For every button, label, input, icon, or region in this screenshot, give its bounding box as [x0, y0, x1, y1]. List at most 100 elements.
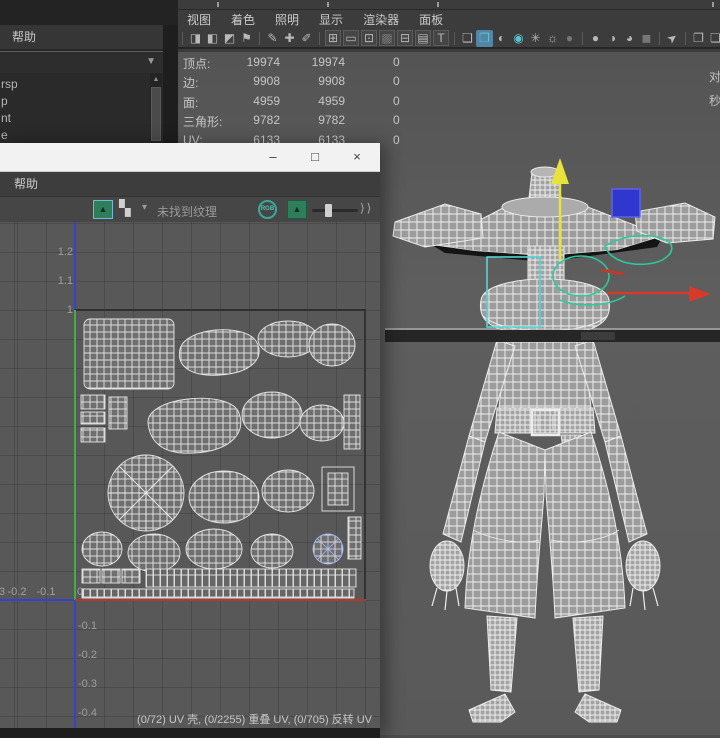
uv-status-bar: (0/72) UV 壳, (0/2255) 重叠 UV, (0/705) 反转 … — [137, 711, 372, 727]
toolbar-separator — [182, 32, 183, 45]
uv-shells[interactable] — [76, 311, 364, 600]
uv-window-bottom-edge — [0, 728, 380, 738]
selection-accent — [601, 270, 623, 274]
stats-component: 0 — [393, 113, 400, 127]
uv-editor-window: – □ × 帮助 ▲ ▚ ▾ 未找到纹理 RGB ▲ ⟩⟩ 1.2 1.1 — [0, 143, 380, 738]
material-ball-icon[interactable]: ◐ — [493, 30, 510, 47]
list-item-top[interactable]: p — [1, 93, 8, 109]
select-tool-icon[interactable]: ➤ — [661, 26, 685, 50]
rgb-channel-button[interactable]: RGB — [258, 200, 277, 219]
pencil-tool-icon[interactable]: ✎ — [264, 30, 281, 47]
manipulator-x-axis[interactable] — [607, 286, 711, 302]
uv-canvas[interactable]: 1.2 1.1 1 -0.1 -0.2 -0.3 -0.4 -0.3 -0.2 … — [0, 222, 380, 728]
film-gate-icon[interactable]: ▭ — [343, 30, 359, 46]
checker-pattern-icon[interactable]: ▚ — [119, 199, 131, 217]
shelf-tick — [217, 2, 219, 7]
uv-shell-row-middle[interactable] — [108, 455, 354, 531]
menu-help[interactable]: 帮助 — [12, 30, 36, 44]
resolution-gate-icon[interactable]: ⊡ — [361, 30, 377, 46]
shadows-icon[interactable]: ● — [561, 30, 578, 47]
scrollbar-thumb[interactable] — [151, 87, 161, 141]
menu-view[interactable]: 视图 — [177, 11, 221, 28]
shaded-mode-icon[interactable]: ❒ — [476, 30, 493, 47]
close-button[interactable]: × — [340, 143, 374, 172]
menu-lighting[interactable]: 照明 — [265, 11, 309, 28]
wireframe-on-shaded-icon[interactable]: ✳ — [527, 30, 544, 47]
uv-editor-menubar: 帮助 — [0, 172, 380, 196]
menu-shading[interactable]: 着色 — [221, 11, 265, 28]
textured-mode-icon[interactable]: ◉ — [510, 30, 527, 47]
image-plane-icon[interactable]: ▤ — [415, 30, 431, 46]
character-legs[interactable] — [469, 616, 621, 722]
scroll-up-icon[interactable]: ▲ — [150, 73, 162, 86]
stats-selected: 4959 — [270, 94, 345, 108]
camera-list: rsp p nt e ▲ — [0, 73, 163, 143]
list-item-front[interactable]: nt — [1, 110, 11, 126]
antialias-icon[interactable]: ◕ — [621, 30, 638, 47]
toolbar-separator — [582, 32, 583, 45]
list-item-side[interactable]: e — [1, 127, 8, 143]
character-pants[interactable] — [465, 432, 625, 618]
toolbar-separator — [319, 32, 320, 45]
image-range-button[interactable]: ▲ — [287, 200, 307, 219]
menu-show[interactable]: 显示 — [309, 11, 353, 28]
camera-orbit-icon[interactable]: ◩ — [221, 30, 238, 47]
dof-icon[interactable]: ◼ — [638, 30, 655, 47]
grid-label: 1 — [40, 304, 73, 316]
ao-icon[interactable]: ● — [587, 30, 604, 47]
panel-edge-gap — [163, 25, 178, 143]
uv-editor-titlebar[interactable]: – □ × — [0, 143, 380, 172]
stats-component: 0 — [393, 74, 400, 88]
exposure-slider-thumb[interactable] — [325, 204, 332, 217]
stats-component: 0 — [393, 55, 400, 69]
stats-row-vertices: 顶点: 19974 19974 0 — [175, 53, 435, 72]
grid-label: -0.2 — [6, 586, 28, 598]
uv-editor-toolbar: ▲ ▚ ▾ 未找到纹理 RGB ▲ ⟩⟩ — [0, 196, 380, 222]
shelf-tick — [712, 2, 714, 7]
stats-row-triangles: 三角形: 9782 9782 0 — [175, 111, 435, 130]
menu-panels[interactable]: 面板 — [409, 11, 453, 28]
toolbar-separator — [259, 32, 260, 45]
motion-blur-icon[interactable]: ◑ — [604, 30, 621, 47]
camera-combobox[interactable]: ▼ — [0, 51, 163, 73]
panel-menubar: 视图 着色 照明 显示 渲染器 面板 — [175, 10, 720, 29]
sword-bar[interactable] — [385, 329, 720, 342]
maximize-button[interactable]: □ — [298, 143, 332, 172]
field-chart-icon[interactable]: ⊟ — [397, 30, 413, 46]
stats-total: 19974 — [205, 55, 280, 69]
toolbar-separator — [659, 32, 660, 45]
scrollbar[interactable]: ▲ — [150, 73, 162, 143]
uv-shell-row-bottom[interactable] — [82, 569, 356, 598]
camera-roll-icon[interactable]: ◧ — [204, 30, 221, 47]
stats-total: 9908 — [205, 74, 280, 88]
uv-shell-row-top[interactable] — [84, 319, 355, 389]
move-pivot-icon[interactable]: ✚ — [281, 30, 298, 47]
menu-renderer[interactable]: 渲染器 — [353, 11, 409, 28]
grid-display-icon[interactable]: ⊞ — [325, 30, 341, 46]
clipped-shelf-strip — [175, 0, 720, 10]
chevron-down-icon[interactable]: ▾ — [142, 202, 147, 213]
camera-pan-icon[interactable]: ◨ — [187, 30, 204, 47]
stats-total: 9782 — [205, 113, 280, 127]
pen-tool-icon[interactable]: ✐ — [298, 30, 315, 47]
default-light-icon[interactable]: ☼ — [544, 30, 561, 47]
manipulator-plane-handle[interactable] — [612, 189, 640, 217]
bookmark-icon[interactable]: ⚑ — [238, 30, 255, 47]
isolate-select-icon[interactable]: ❐ — [690, 30, 707, 47]
grid-axis-horizontal — [0, 599, 75, 601]
grid-label: -0.1 — [78, 620, 97, 632]
menu-help[interactable]: 帮助 — [14, 177, 38, 191]
exposure-slider[interactable] — [312, 209, 358, 212]
display-image-button[interactable]: ▲ — [93, 200, 113, 219]
isolate-add-icon[interactable]: ❏ — [707, 30, 720, 47]
gate-mask-icon[interactable]: ▩ — [379, 30, 395, 46]
minimize-button[interactable]: – — [256, 143, 290, 172]
maya-screen: 顶点: 19974 19974 0 边: 9908 9908 0 面: 4959… — [0, 0, 720, 738]
character-model-wireframe[interactable] — [385, 150, 720, 738]
wireframe-mode-icon[interactable]: ❑ — [459, 30, 476, 47]
hud-text-icon[interactable]: T — [433, 30, 449, 46]
list-item-persp[interactable]: rsp — [1, 76, 18, 92]
uv-shell-row-second[interactable] — [81, 392, 360, 453]
uv-shell-row-lower[interactable] — [82, 517, 361, 572]
frame-arrows-icon[interactable]: ⟩⟩ — [360, 201, 373, 215]
